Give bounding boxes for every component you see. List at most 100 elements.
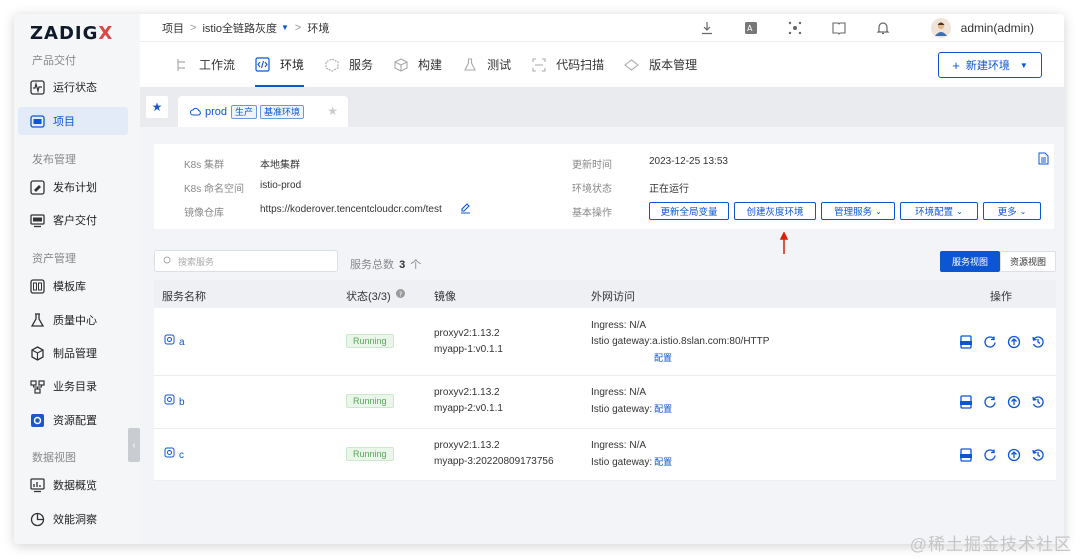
tab-test[interactable]: 测试 [452, 42, 521, 87]
config-link[interactable]: 配置 [654, 404, 672, 414]
sidebar-item-label: 发布计划 [53, 182, 97, 194]
sidebar-item-status[interactable]: 运行状态 [18, 73, 128, 101]
view-file-icon[interactable] [958, 334, 974, 350]
breadcrumb-project[interactable]: 项目 [162, 20, 184, 36]
project-icon [30, 114, 45, 129]
sidebar-item-insight[interactable]: 效能洞察 [18, 505, 128, 533]
image-1: proxyv2:1.13.2 [434, 328, 500, 339]
gateway-text: Istio gateway: 配置 [591, 457, 673, 468]
sidebar-item-release-plan[interactable]: 发布计划 [18, 173, 128, 201]
tab-service[interactable]: 服务 [314, 42, 383, 87]
history-icon[interactable] [1030, 334, 1046, 350]
bell-icon[interactable] [875, 20, 891, 36]
table-row: a Running proxyv2:1.13.2 myapp-1:v0.1.1 … [154, 308, 1056, 376]
button-label: 管理服务 [834, 207, 873, 218]
search-input[interactable]: 搜索服务 [154, 250, 338, 272]
table-row: b Running proxyv2:1.13.2 myapp-2:v0.1.1 … [154, 376, 1056, 429]
tab-environment[interactable]: 环境 [245, 42, 314, 87]
search-placeholder: 搜索服务 [178, 256, 215, 267]
sidebar-collapse-handle[interactable]: ‹ [128, 428, 140, 462]
manage-services-button[interactable]: 管理服务 ⌄ [821, 202, 895, 220]
image-2: myapp-1:v0.1.1 [434, 344, 503, 355]
config-link[interactable]: 配置 [654, 350, 672, 366]
updated-label: 更新时间 [572, 160, 612, 171]
tab-build[interactable]: 构建 [383, 42, 452, 87]
restart-icon[interactable] [982, 447, 998, 463]
service-name-link[interactable]: c [164, 447, 184, 464]
service-icon [164, 334, 175, 351]
star-outline-icon[interactable]: ★ [327, 104, 338, 118]
restart-icon[interactable] [982, 334, 998, 350]
row-actions [950, 394, 1046, 410]
sidebar-item-label: 客户交付 [53, 215, 97, 227]
tab-version[interactable]: 版本管理 [614, 42, 707, 87]
tab-label: 环境 [280, 58, 305, 72]
resource-view-button[interactable]: 资源视图 [1000, 251, 1056, 272]
translate-icon[interactable]: A [743, 20, 759, 36]
env-tag-base: 基准环境 [260, 104, 305, 119]
ingress-text: Ingress: N/A [591, 387, 647, 398]
upgrade-icon[interactable] [1006, 334, 1022, 350]
status-badge: Running [346, 447, 394, 461]
section-title: 产品交付 [32, 55, 76, 67]
tab-label: 代码扫描 [556, 58, 605, 72]
more-button[interactable]: 更多 ⌄ [983, 202, 1041, 220]
view-file-icon[interactable] [958, 394, 974, 410]
download-icon[interactable] [699, 20, 715, 36]
env-tag-production: 生产 [231, 104, 258, 119]
logo: ZADIGX [30, 23, 114, 44]
caret-down-icon[interactable]: ▼ [281, 23, 289, 32]
quality-icon [30, 312, 45, 328]
cluster-label: K8s 集群 [184, 160, 225, 171]
service-icon [164, 447, 175, 464]
sidebar-item-resources[interactable]: 资源配置 [18, 406, 128, 434]
config-link[interactable]: 配置 [654, 457, 672, 467]
tab-code-scan[interactable]: 代码扫描 [521, 42, 614, 87]
insight-icon [30, 512, 45, 527]
history-icon[interactable] [1030, 394, 1046, 410]
sidebar-item-label: 运行状态 [53, 82, 97, 94]
env-config-button[interactable]: 环境配置 ⌄ [900, 202, 978, 220]
view-file-icon[interactable] [958, 447, 974, 463]
apps-icon[interactable] [787, 20, 803, 36]
help-icon[interactable]: ? [396, 289, 405, 301]
restart-icon[interactable] [982, 394, 998, 410]
breadcrumb-project-name[interactable]: istio全链路灰度 [202, 20, 277, 36]
username[interactable]: admin(admin) [961, 21, 1034, 35]
tab-label: 版本管理 [649, 58, 698, 72]
service-name-link[interactable]: a [164, 334, 185, 351]
sidebar-item-artifacts[interactable]: 制品管理 [18, 339, 128, 367]
sidebar-item-catalog[interactable]: 业务目录 [18, 372, 128, 400]
update-global-vars-button[interactable]: 更新全局变量 [649, 202, 729, 220]
app-window: ZADIGX 产品交付 运行状态 项目 发布管理 发布计划 客户交付 资产管理 … [14, 14, 1064, 544]
status-value: 正在运行 [649, 184, 689, 195]
image-2: myapp-3:20220809173756 [434, 456, 554, 467]
sidebar-item-data-overview[interactable]: 数据概览 [18, 471, 128, 499]
docs-icon[interactable] [831, 20, 847, 36]
breadcrumb-separator: > [190, 21, 197, 34]
env-tab-prod[interactable]: prod 生产 基准环境 ★ [178, 96, 348, 127]
avatar[interactable] [930, 18, 951, 38]
sidebar-item-quality[interactable]: 质量中心 [18, 306, 128, 334]
favorite-star-icon[interactable]: ★ [146, 96, 168, 118]
document-icon[interactable] [1038, 152, 1049, 168]
sidebar-item-customer-delivery[interactable]: 客户交付 [18, 206, 128, 234]
col-status: 状态(3/3) [346, 291, 391, 303]
upgrade-icon[interactable] [1006, 447, 1022, 463]
status-badge: Running [346, 334, 394, 348]
tab-workflow[interactable]: 工作流 [164, 42, 245, 87]
sidebar-item-templates[interactable]: 模板库 [18, 272, 128, 300]
create-gray-env-button[interactable]: 创建灰度环境 [734, 202, 816, 220]
service-view-button[interactable]: 服务视图 [940, 251, 1000, 272]
edit-icon[interactable] [460, 202, 471, 217]
tab-label: 工作流 [199, 58, 236, 72]
service-name-link[interactable]: b [164, 394, 185, 411]
history-icon[interactable] [1030, 447, 1046, 463]
plus-icon: + [952, 57, 960, 73]
ops-label: 基本操作 [572, 208, 612, 219]
col-access: 外网访问 [591, 291, 635, 303]
code-icon [255, 57, 270, 72]
upgrade-icon[interactable] [1006, 394, 1022, 410]
sidebar-item-project[interactable]: 项目 [18, 107, 128, 135]
new-environment-button[interactable]: + 新建环境 ▼ [938, 52, 1042, 78]
